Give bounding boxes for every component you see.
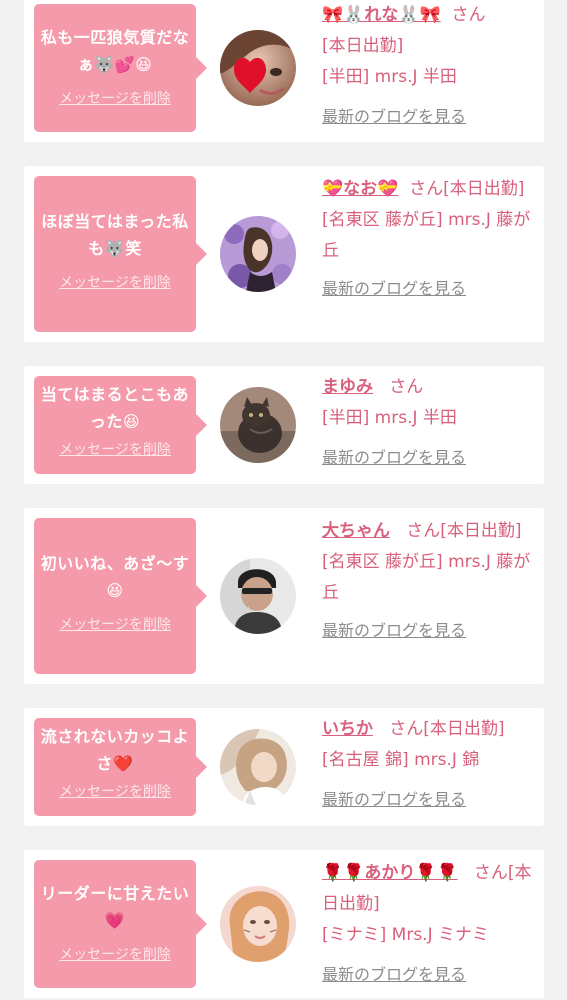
shop-name: [半田] mrs.J 半田 [322, 67, 457, 87]
member-info: 大ちゃん さん[本日出勤] [名東区 藤が丘] mrs.J 藤が丘 最新のブログ… [322, 516, 536, 647]
avatar-photo-icon [220, 216, 296, 292]
name-row: 💝なお💝 さん[本日出勤] [322, 174, 536, 205]
message-text: リーダーに甘えたい💗 [40, 884, 190, 930]
message-card: 初いいね、あざ〜す😆 メッセージを削除 大ちゃん さん[本日出勤] [名東区 藤… [24, 508, 544, 684]
avatar-photo-icon [220, 886, 296, 962]
name-row: まゆみ さん [322, 372, 536, 403]
message-card: リーダーに甘えたい💗 メッセージを削除 🌹🌹あかり🌹🌹 さん[本日出勤] [ミナ… [24, 850, 544, 998]
message-text: 私も一匹狼気質だなぁ🐺💕😆 [40, 28, 190, 74]
honorific: さん [451, 5, 486, 25]
member-name-link[interactable]: まゆみ [322, 377, 373, 397]
shop-name: [ミナミ] Mrs.J ミナミ [322, 925, 490, 945]
delete-message-link[interactable]: メッセージを削除 [59, 614, 171, 634]
message-card: 当てはまるとこもあった😆 メッセージを削除 まゆみ さん [半田] mrs.J … [24, 366, 544, 484]
delete-message-link[interactable]: メッセージを削除 [59, 781, 171, 801]
avatar-photo-icon [220, 30, 296, 106]
message-text: 当てはまるとこもあった😆 [40, 385, 190, 431]
member-info: 🎀🐰れな🐰🎀 さん [本日出勤] [半田] mrs.J 半田 最新のブログを見る [322, 0, 536, 133]
message-bubble: 流されないカッコよさ❤️ メッセージを削除 [34, 718, 207, 816]
delete-message-link[interactable]: メッセージを削除 [59, 272, 171, 292]
latest-blog-link[interactable]: 最新のブログを見る [322, 273, 466, 304]
work-status: [本日出勤] [440, 521, 522, 541]
name-row: いちか さん[本日出勤] [322, 714, 536, 745]
honorific: さん [406, 521, 441, 541]
avatar-photo-icon [220, 387, 296, 463]
member-info: 🌹🌹あかり🌹🌹 さん[本日出勤] [ミナミ] Mrs.J ミナミ 最新のブログを… [322, 858, 536, 991]
message-bubble: ほぼ当てはまった私も🐺笑 メッセージを削除 [34, 176, 207, 332]
shop-name: [名古屋 錦] mrs.J 錦 [322, 750, 480, 770]
avatar-photo-icon [220, 558, 296, 634]
message-card: ほぼ当てはまった私も🐺笑 メッセージを削除 💝なお💝 さん[本日出勤] [名東区… [24, 166, 544, 342]
latest-blog-link[interactable]: 最新のブログを見る [322, 959, 466, 990]
delete-message-link[interactable]: メッセージを削除 [59, 439, 171, 459]
message-text: 初いいね、あざ〜す😆 [40, 554, 190, 600]
message-bubble: 私も一匹狼気質だなぁ🐺💕😆 メッセージを削除 [34, 4, 207, 132]
message-card: 流されないカッコよさ❤️ メッセージを削除 いちか さん[本日出勤] [名古屋 … [24, 708, 544, 826]
avatar[interactable] [220, 558, 296, 634]
latest-blog-link[interactable]: 最新のブログを見る [322, 442, 466, 473]
honorific: さん [389, 377, 424, 397]
honorific: さん [409, 179, 444, 199]
message-bubble: 初いいね、あざ〜す😆 メッセージを削除 [34, 518, 207, 674]
latest-blog-link[interactable]: 最新のブログを見る [322, 101, 466, 132]
work-status: [本日出勤] [322, 36, 404, 56]
member-info: まゆみ さん [半田] mrs.J 半田 最新のブログを見る [322, 372, 536, 474]
delete-message-link[interactable]: メッセージを削除 [59, 88, 171, 108]
avatar[interactable] [220, 729, 296, 805]
shop-name: [名東区 藤が丘] mrs.J 藤が丘 [322, 210, 531, 261]
latest-blog-link[interactable]: 最新のブログを見る [322, 615, 466, 646]
work-status: [本日出勤] [443, 179, 525, 199]
honorific: さん [389, 719, 424, 739]
message-bubble: 当てはまるとこもあった😆 メッセージを削除 [34, 376, 207, 474]
message-text: ほぼ当てはまった私も🐺笑 [41, 212, 189, 258]
message-card: 私も一匹狼気質だなぁ🐺💕😆 メッセージを削除 🎀🐰れな🐰🎀 さん [本日出勤] … [24, 0, 544, 142]
message-bubble: リーダーに甘えたい💗 メッセージを削除 [34, 860, 207, 988]
shop-name: [半田] mrs.J 半田 [322, 408, 457, 428]
honorific: さん [473, 863, 508, 883]
name-row: 🌹🌹あかり🌹🌹 さん[本日出勤] [322, 858, 536, 920]
member-name-link[interactable]: 🌹🌹あかり🌹🌹 [322, 863, 458, 883]
work-status: [本日出勤] [423, 719, 505, 739]
message-text: 流されないカッコよさ❤️ [40, 727, 190, 773]
latest-blog-link[interactable]: 最新のブログを見る [322, 784, 466, 815]
avatar-photo-icon [220, 729, 296, 805]
shop-name: [名東区 藤が丘] mrs.J 藤が丘 [322, 552, 531, 603]
member-name-link[interactable]: 大ちゃん [322, 521, 390, 541]
member-info: 💝なお💝 さん[本日出勤] [名東区 藤が丘] mrs.J 藤が丘 最新のブログ… [322, 174, 536, 305]
delete-message-link[interactable]: メッセージを削除 [59, 944, 171, 964]
member-name-link[interactable]: 🎀🐰れな🐰🎀 [322, 5, 441, 25]
avatar[interactable] [220, 886, 296, 962]
member-name-link[interactable]: いちか [322, 719, 373, 739]
member-name-link[interactable]: 💝なお💝 [322, 179, 398, 199]
avatar[interactable] [220, 387, 296, 463]
avatar[interactable] [220, 30, 296, 106]
member-info: いちか さん[本日出勤] [名古屋 錦] mrs.J 錦 最新のブログを見る [322, 714, 536, 816]
name-row: 🎀🐰れな🐰🎀 さん [322, 0, 536, 31]
name-row: 大ちゃん さん[本日出勤] [322, 516, 536, 547]
avatar[interactable] [220, 216, 296, 292]
